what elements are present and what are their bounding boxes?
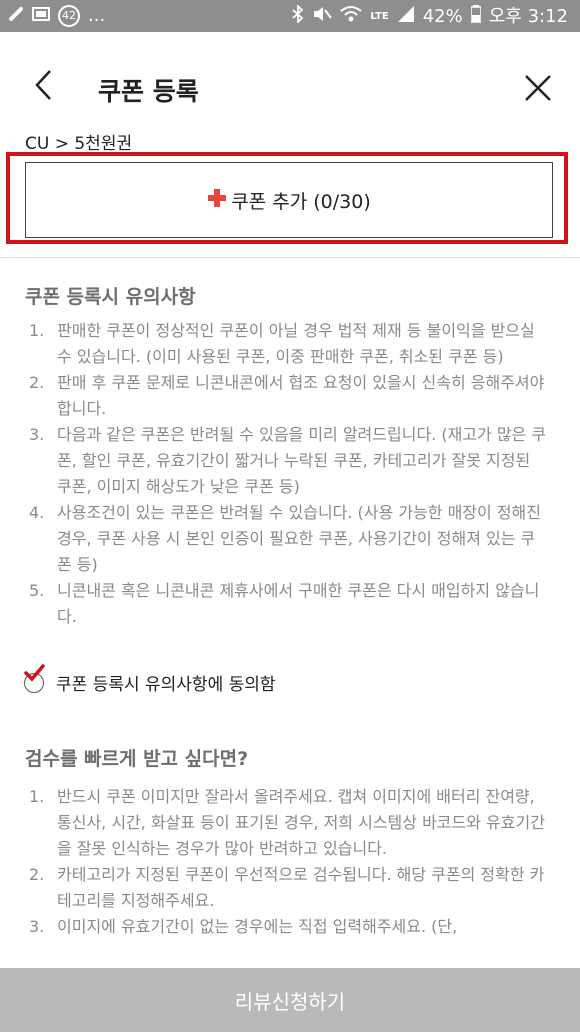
bluetooth-icon: [292, 3, 304, 28]
tips-title: 검수를 빠르게 받고 싶다면?: [25, 748, 249, 770]
signal-icon: [397, 5, 415, 28]
list-item-text: 니콘내콘 혹은 니콘내콘 제휴사에서 구매한 쿠폰은 다시 매입하지 않습니다.: [57, 581, 540, 626]
list-item-number: 3.: [29, 917, 45, 936]
submit-label: 리뷰신청하기: [234, 989, 346, 1014]
plus-icon: [208, 189, 227, 207]
submit-review-button[interactable]: 리뷰신청하기: [0, 968, 580, 1032]
battery-percent: 42%: [422, 5, 463, 27]
add-coupon-label: 쿠폰 추가 (0/30): [231, 190, 371, 213]
app-header: 쿠폰 등록: [0, 32, 580, 124]
agree-checkbox-row[interactable]: 쿠폰 등록시 유의사항에 동의함: [24, 663, 276, 695]
clock: 오후 3:12: [488, 5, 568, 27]
list-item-text: 사용조건이 있는 쿠폰은 반려될 수 있습니다. (사용 가능한 매장이 정해진…: [57, 503, 541, 574]
wifi-icon: [340, 5, 362, 28]
close-icon: [525, 75, 551, 101]
list-item-number: 4.: [29, 503, 45, 522]
list-item-number: 5.: [29, 581, 45, 600]
mute-icon: [312, 5, 333, 28]
breadcrumb: CU > 5천원권: [25, 134, 133, 154]
list-item: 4. 사용조건이 있는 쿠폰은 반려될 수 있습니다. (사용 가능한 매장이 정…: [29, 500, 549, 578]
gallery-icon: [32, 6, 50, 27]
list-item-number: 1.: [29, 787, 45, 806]
chevron-left-icon: [35, 70, 51, 100]
tips-list: 1. 반드시 쿠폰 이미지만 잘라서 올려주세요. 캡쳐 이미지에 배터리 잔여량…: [29, 784, 549, 940]
battery-icon: [469, 5, 482, 28]
agree-checkbox[interactable]: [24, 663, 45, 693]
notice-list: 1. 판매한 쿠폰이 정상적인 쿠폰이 아닐 경우 법적 제재 등 불이익을 받으…: [29, 318, 549, 630]
list-item-number: 1.: [29, 321, 45, 340]
more-notifications: ...: [88, 5, 106, 26]
add-coupon-button[interactable]: 쿠폰 추가 (0/30): [25, 162, 553, 238]
list-item-number: 2.: [29, 373, 45, 392]
list-item: 1. 반드시 쿠폰 이미지만 잘라서 올려주세요. 캡쳐 이미지에 배터리 잔여량…: [29, 784, 549, 862]
link-icon: [8, 6, 24, 27]
list-item-text: 판매 후 쿠폰 문제로 니콘내콘에서 협조 요청이 있을시 신속히 응해주셔야 …: [57, 373, 545, 418]
list-item-text: 반드시 쿠폰 이미지만 잘라서 올려주세요. 캡쳐 이미지에 배터리 잔여량, …: [57, 787, 545, 858]
notification-count-badge: 42: [58, 5, 80, 27]
list-item: 3. 이미지에 유효기간이 없는 경우에는 직접 입력해주세요. (단,: [29, 914, 549, 940]
list-item-text: 카테고리가 지정된 쿠폰이 우선적으로 검수됩니다. 해당 쿠폰의 정확한 카테…: [57, 865, 545, 910]
list-item-number: 3.: [29, 425, 45, 444]
list-item: 3. 다음과 같은 쿠폰은 반려될 수 있음을 미리 알려드립니다. (재고가 많…: [29, 422, 549, 500]
list-item-text: 판매한 쿠폰이 정상적인 쿠폰이 아닐 경우 법적 제재 등 불이익을 받으실 …: [57, 321, 535, 366]
divider: [0, 257, 580, 258]
check-icon: [24, 663, 45, 682]
lte-label: LTE: [370, 10, 389, 22]
agree-label: 쿠폰 등록시 유의사항에 동의함: [56, 675, 276, 695]
notice-title: 쿠폰 등록시 유의사항: [25, 286, 196, 308]
list-item: 2. 카테고리가 지정된 쿠폰이 우선적으로 검수됩니다. 해당 쿠폰의 정확한 …: [29, 862, 549, 914]
list-item: 2. 판매 후 쿠폰 문제로 니콘내콘에서 협조 요청이 있을시 신속히 응해주셔…: [29, 370, 549, 422]
status-bar: 42 ... LTE 42% 오후 3:12: [0, 0, 580, 32]
back-button[interactable]: [30, 68, 60, 102]
close-button[interactable]: [524, 74, 552, 102]
list-item-text: 이미지에 유효기간이 없는 경우에는 직접 입력해주세요. (단,: [57, 917, 458, 936]
list-item: 1. 판매한 쿠폰이 정상적인 쿠폰이 아닐 경우 법적 제재 등 불이익을 받으…: [29, 318, 549, 370]
list-item: 5. 니콘내콘 혹은 니콘내콘 제휴사에서 구매한 쿠폰은 다시 매입하지 않습니…: [29, 578, 549, 630]
list-item-number: 2.: [29, 865, 45, 884]
list-item-text: 다음과 같은 쿠폰은 반려될 수 있음을 미리 알려드립니다. (재고가 많은 …: [57, 425, 547, 496]
page-title: 쿠폰 등록: [98, 77, 199, 106]
